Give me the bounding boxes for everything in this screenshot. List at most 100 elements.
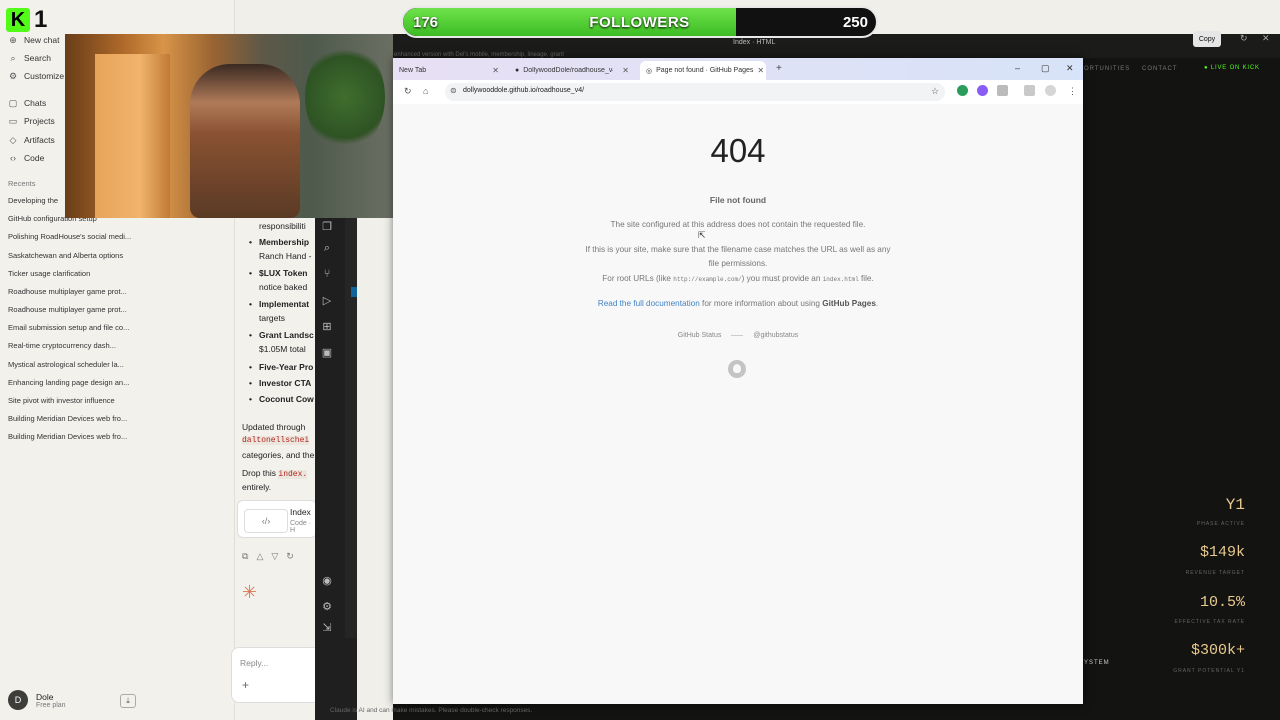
stat-value: $300k+ (1190, 642, 1245, 659)
recent-chat-item[interactable]: Email submission setup and file co... (8, 323, 230, 332)
recent-chat-item[interactable]: Mystical astrological scheduler la... (8, 360, 230, 369)
user-profile[interactable]: D Dole Free plan (8, 690, 66, 710)
customize-button[interactable]: ⚙ Customize (8, 69, 64, 83)
chat-bullet: Coconut Cow (249, 394, 314, 404)
inline-code: index. (278, 470, 308, 479)
chat-text: $1.05M total (259, 344, 306, 354)
tab-new-tab[interactable]: New Tab ✕ (393, 61, 505, 80)
remote-status-icon[interactable]: ⇲ (320, 621, 334, 634)
address-bar[interactable]: ⊜ dollywooddole.github.io/roadhouse_v4/ … (445, 83, 945, 101)
url-text[interactable]: dollywooddole.github.io/roadhouse_v4/ (463, 87, 584, 94)
extensions-icon[interactable]: ⊞ (320, 320, 334, 333)
copy-button[interactable]: Copy (1193, 31, 1221, 47)
docs-line: Read the full documentation for more inf… (393, 299, 1083, 308)
run-debug-icon[interactable]: ▷ (320, 294, 334, 307)
root-url-hint: For root URLs (like http://example.com/)… (393, 274, 1083, 283)
account-icon[interactable]: ◉ (320, 574, 334, 587)
live-on-kick-badge[interactable]: ● LIVE ON KICK (1204, 65, 1260, 71)
chat-bullet: Five-Year Pro (249, 362, 313, 372)
chat-bullet: Grant Landsc (249, 330, 314, 340)
github-status-link[interactable]: GitHub Status (678, 332, 722, 339)
docs-link[interactable]: Read the full documentation (598, 299, 700, 308)
github-icon: ● (515, 67, 520, 74)
recent-chat-item[interactable]: Saskatchewan and Alberta options (8, 251, 230, 260)
tab-github-repo[interactable]: ● DollywoodDole/roadhouse_v4 ✕ (509, 61, 635, 80)
new-chat-button[interactable]: ⊕ New chat (8, 33, 59, 47)
close-icon[interactable]: ✕ (1262, 33, 1270, 44)
chat-bullet: Implementat (249, 299, 309, 309)
close-icon[interactable]: ✕ (757, 66, 764, 75)
site-info-icon[interactable]: ⊜ (450, 86, 457, 95)
stat-label: GRANT POTENTIAL Y1 (1173, 668, 1245, 674)
explorer-icon[interactable]: ❐ (320, 220, 334, 233)
download-icon[interactable]: ⤓ (120, 694, 136, 708)
nav-contact[interactable]: CONTACT (1142, 66, 1178, 72)
recent-chat-item[interactable]: Ticker usage clarification (8, 269, 230, 278)
copy-icon[interactable]: ⧉ (242, 551, 248, 562)
settings-gear-icon[interactable]: ⚙ (320, 600, 334, 613)
nav-opportunities[interactable]: ORTUNITIES (1084, 66, 1130, 72)
projects-button[interactable]: ▭ Projects (8, 114, 55, 128)
extensions-puzzle-icon[interactable] (997, 85, 1008, 96)
error-code: 404 (710, 132, 766, 169)
minimize-icon[interactable]: – (1015, 63, 1020, 73)
chat-message-panel: responsibiliti Membership Ranch Hand - $… (235, 218, 315, 720)
stat-label: PHASE ACTIVE (1196, 521, 1245, 527)
retry-icon[interactable]: ↻ (286, 551, 294, 562)
chat-bullet: $LUX Token (249, 268, 307, 278)
extension-icon[interactable] (977, 85, 988, 96)
remote-explorer-icon[interactable]: ▣ (320, 346, 334, 359)
code-button[interactable]: ‹› Code (8, 151, 44, 165)
thumbs-up-icon[interactable]: △ (256, 551, 263, 562)
recent-chat-item[interactable]: Building Meridian Devices web fro... (8, 432, 230, 441)
close-icon[interactable]: ✕ (492, 66, 499, 75)
tab-page-not-found[interactable]: ◎ Page not found · GitHub Pages ✕ (640, 61, 766, 80)
refresh-icon[interactable]: ↻ (1240, 33, 1248, 44)
artifact-card[interactable]: ‹/› Index Code · H (237, 500, 317, 538)
search-icon[interactable]: ⌕ (320, 242, 334, 255)
reload-icon[interactable]: ↻ (404, 86, 412, 97)
cast-icon[interactable] (1024, 85, 1035, 96)
kick-overlay-logo: K 1 (6, 6, 58, 34)
stat-value: Y1 (1225, 496, 1245, 514)
error-message: The site configured at this address does… (610, 220, 866, 229)
plus-icon: ⊕ (9, 34, 17, 45)
plus-icon[interactable]: + (242, 678, 249, 692)
search-button[interactable]: ⌕ Search (8, 51, 50, 65)
maximize-icon[interactable]: ▢ (1041, 63, 1050, 74)
window-close-icon[interactable]: ✕ (1066, 63, 1074, 74)
tab-title: Page not found · GitHub Pages (656, 67, 754, 74)
close-icon[interactable]: ✕ (622, 66, 629, 75)
github-logo-icon[interactable] (728, 360, 746, 378)
recent-chat-item[interactable]: Site pivot with investor influence (8, 396, 230, 405)
artifacts-label: Artifacts (24, 135, 55, 145)
follower-goal: 250 (842, 14, 868, 31)
profile-icon[interactable] (1045, 85, 1056, 96)
docs-text: for more information about using (699, 299, 823, 308)
thumbs-down-icon[interactable]: ▽ (271, 551, 278, 562)
new-tab-button[interactable]: + (776, 63, 782, 74)
drop-this-text: Drop this (242, 468, 277, 478)
recent-chat-item[interactable]: Building Meridian Devices web fro... (8, 414, 230, 423)
artifact-icon: ◇ (9, 134, 17, 145)
artifacts-button[interactable]: ◇ Artifacts (8, 133, 55, 147)
recent-chat-item[interactable]: Roadhouse multiplayer game prot... (8, 287, 230, 296)
follower-label: FOLLOWERS (589, 14, 690, 31)
extension-grammarly-icon[interactable] (957, 85, 968, 96)
webcam-doorway (95, 54, 170, 218)
recent-chat-item[interactable]: Roadhouse multiplayer game prot... (8, 305, 230, 314)
home-icon[interactable]: ⌂ (423, 86, 428, 96)
recent-chat-item[interactable]: Enhancing landing page design an... (8, 378, 230, 387)
artifact-title: Index (290, 507, 311, 517)
githubstatus-link[interactable]: @githubstatus (753, 332, 798, 339)
stat-label: EFFECTIVE TAX RATE (1174, 619, 1245, 625)
source-control-icon[interactable]: ⑂ (320, 268, 334, 280)
bookmark-star-icon[interactable]: ☆ (931, 86, 939, 97)
code-label: Code (24, 153, 45, 163)
recent-chat-item[interactable]: Real-time cryptocurrency dash... (8, 341, 230, 350)
artifact-tab-title[interactable]: Index · HTML (733, 39, 775, 46)
menu-kebab-icon[interactable]: ⋮ (1068, 86, 1077, 97)
recent-chat-item[interactable]: Polishing RoadHouse's social medi... (8, 232, 230, 241)
docs-text: . (875, 299, 879, 308)
chats-button[interactable]: ▢ Chats (8, 96, 46, 110)
